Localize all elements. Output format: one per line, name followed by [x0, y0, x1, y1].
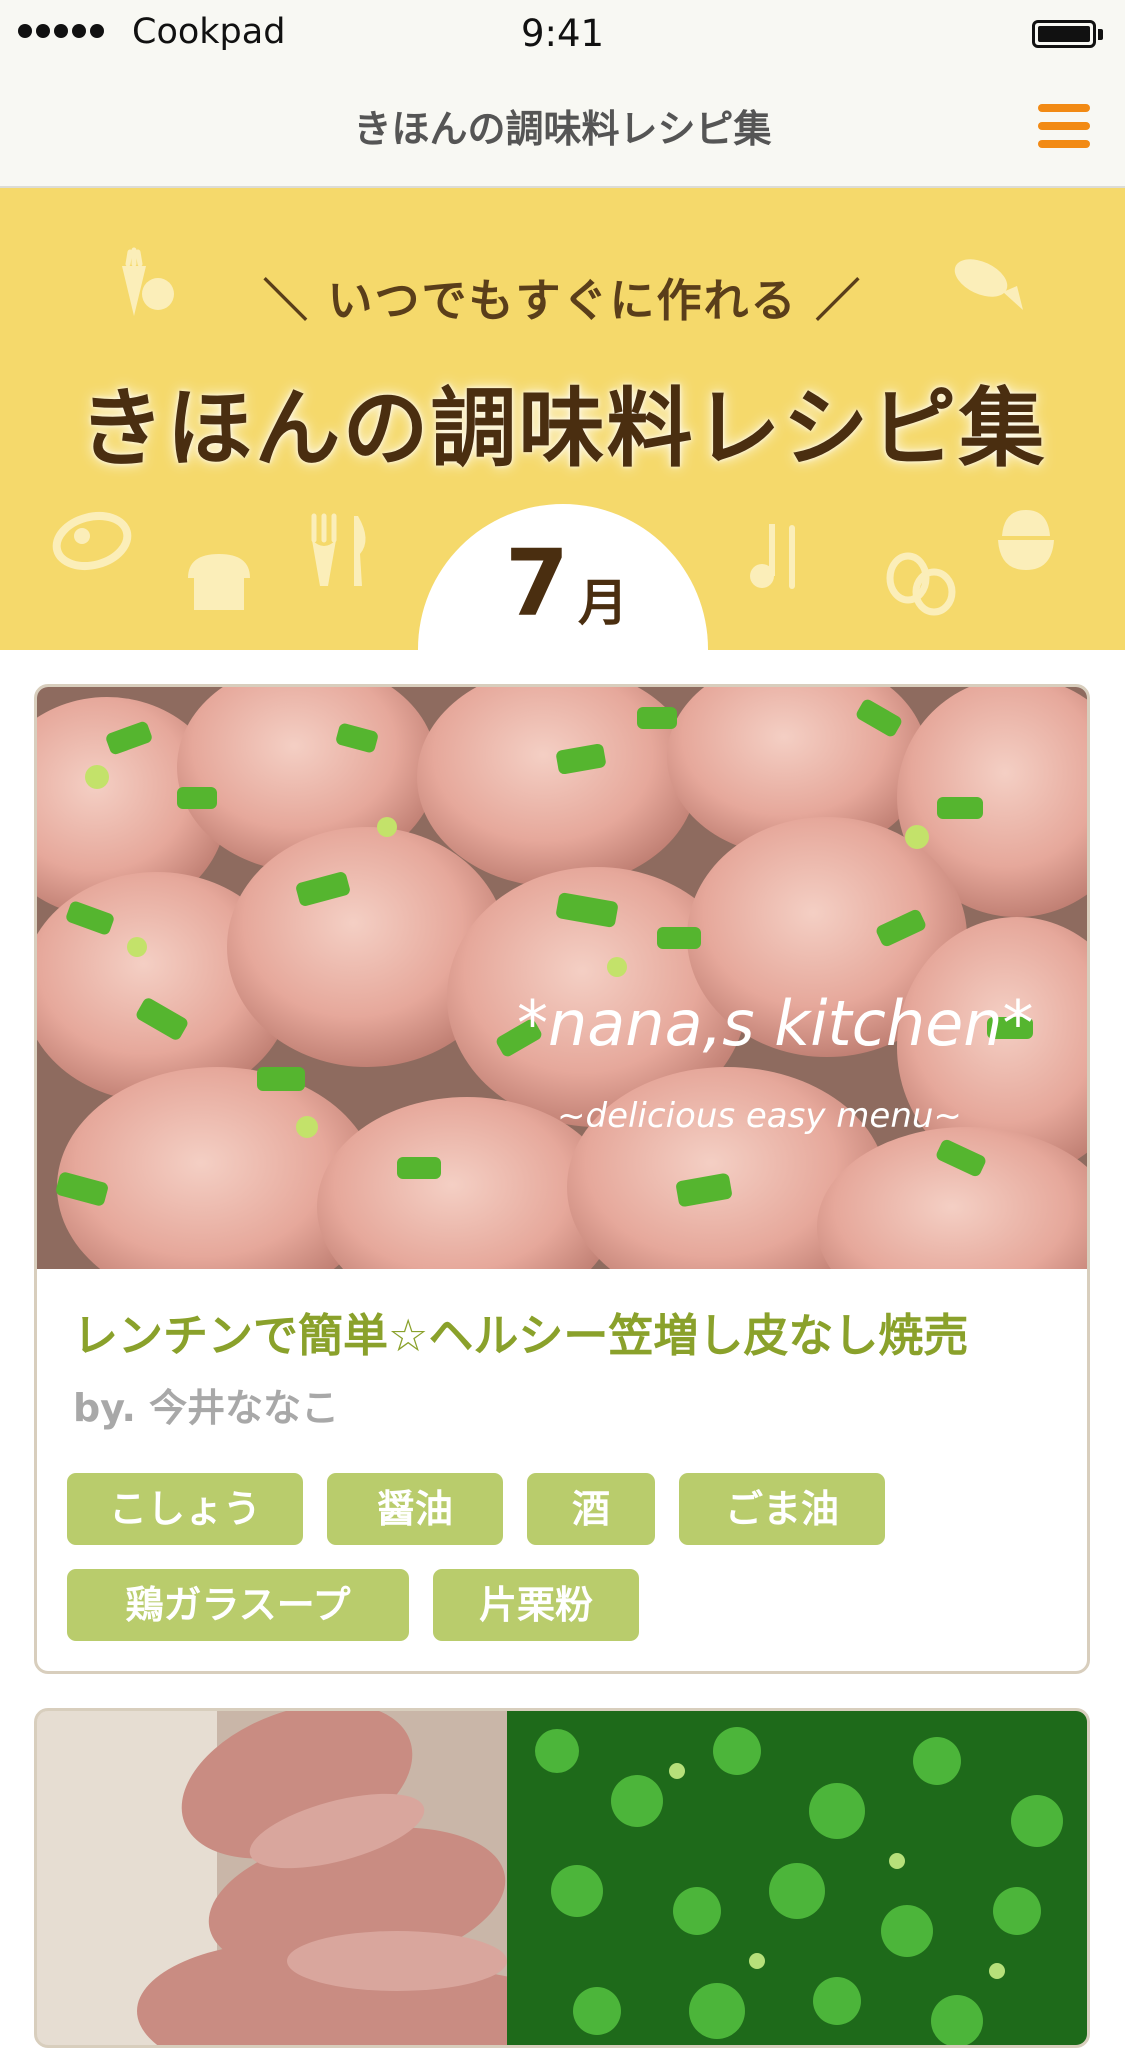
recipe-author[interactable]: by. 今井ななこ — [73, 1377, 339, 1432]
rice-bowl-icon — [998, 510, 1054, 570]
battery-tip — [1098, 29, 1103, 40]
hero-title: きほんの調味料レシピ集 — [78, 379, 1047, 479]
music-note-icon — [750, 524, 795, 589]
hero-tagline: ＼ いつでもすぐに作れる ／ — [262, 274, 863, 327]
photo-watermark-sub: ~delicious easy menu~ — [557, 1096, 962, 1136]
ingredient-tag[interactable]: 鶏ガラスープ — [67, 1569, 409, 1641]
month-number: 7 — [505, 530, 570, 637]
recipe-photo[interactable] — [37, 1711, 1087, 2045]
recipe-title[interactable]: レンチンで簡単☆ヘルシー笠増し皮なし焼売 — [73, 1299, 968, 1364]
bread-icon — [188, 554, 250, 610]
photo-watermark-title: *nana,s kitchen* — [517, 987, 1034, 1060]
nav-title: きほんの調味料レシピ集 — [353, 107, 772, 151]
eggs-icon — [886, 552, 956, 616]
month-unit: 月 — [578, 574, 628, 632]
navigation-bar: きほんの調味料レシピ集 — [0, 64, 1125, 188]
meat-icon — [52, 512, 132, 570]
status-time: 9:41 — [520, 12, 605, 55]
menu-icon[interactable] — [1038, 104, 1090, 148]
recipe-photo[interactable]: *nana,s kitchen* ~delicious easy menu~ — [37, 687, 1087, 1269]
ingredient-tag[interactable]: こしょう — [67, 1473, 303, 1545]
ingredient-tag[interactable]: 酒 — [527, 1473, 655, 1545]
shumai-photo-illustration: *nana,s kitchen* ~delicious easy menu~ — [37, 687, 1087, 1269]
fork-knife-icon — [311, 513, 366, 586]
ingredient-tag[interactable]: 醤油 — [327, 1473, 503, 1545]
recipe-card[interactable]: *nana,s kitchen* ~delicious easy menu~ レ… — [34, 684, 1090, 1674]
battery-icon — [1032, 20, 1096, 48]
recipe-card[interactable] — [34, 1708, 1090, 2048]
ingredient-tag[interactable]: ごま油 — [679, 1473, 885, 1545]
pork-scallion-photo-illustration — [37, 1711, 1087, 2045]
hero-banner: ＼ いつでもすぐに作れる ／ きほんの調味料レシピ集 7 月 — [0, 188, 1125, 650]
ingredient-tag[interactable]: 片栗粉 — [433, 1569, 639, 1641]
status-bar: Cookpad 9:41 — [0, 0, 1125, 64]
